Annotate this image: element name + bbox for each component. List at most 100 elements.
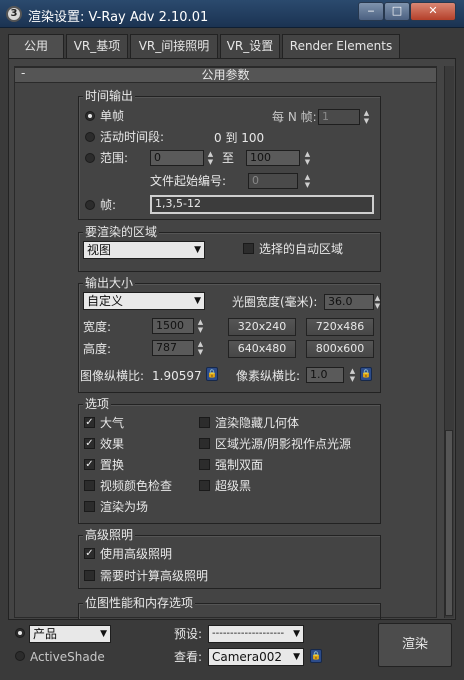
auto-region-label: 选择的自动区域	[259, 242, 344, 256]
preset-640x480-button[interactable]: 640x480	[228, 340, 296, 358]
preset-value: --------------------	[212, 628, 285, 639]
height-spinner[interactable]: ▲ ▼	[196, 340, 205, 356]
single-frame-label: 单帧	[100, 109, 125, 123]
file-start-label: 文件起始编号:	[150, 174, 227, 188]
preset-720x486-button[interactable]: 720x486	[306, 318, 374, 336]
tab-vr-base[interactable]: VR_基项	[66, 34, 128, 58]
tab-vr-settings[interactable]: VR_设置	[220, 34, 280, 58]
range-start-spinner[interactable]: ▲ ▼	[206, 150, 215, 166]
pixel-aspect-field[interactable]: 1.0	[306, 367, 344, 383]
close-button[interactable]: ✕	[410, 2, 456, 21]
lock-icon[interactable]: 🔒	[206, 367, 218, 381]
pixel-aspect-spinner[interactable]: ▲ ▼	[348, 367, 357, 383]
frames-radio[interactable]	[85, 200, 95, 210]
scrollbar-thumb[interactable]	[445, 430, 453, 616]
lock-icon[interactable]: 🔒	[360, 367, 372, 381]
video-color-check-label: 视频颜色检查	[100, 479, 173, 493]
chevron-down-icon: ▼	[100, 629, 107, 639]
aperture-field[interactable]: 36.0	[324, 294, 374, 310]
every-n-spinner[interactable]: ▲ ▼	[362, 109, 371, 125]
bitmap-group: 位图性能和内存选项	[78, 596, 381, 619]
force-2sided-label: 强制双面	[215, 458, 264, 472]
tab-vr-gi[interactable]: VR_间接照明	[130, 34, 218, 58]
preset-320x240-button[interactable]: 320x240	[228, 318, 296, 336]
chevron-down-icon: ▼	[194, 296, 201, 306]
range-radio[interactable]	[85, 153, 95, 163]
height-label: 高度:	[83, 342, 112, 356]
render-area-dropdown[interactable]: 视图 ▼	[83, 241, 205, 259]
file-start-field[interactable]: 0	[248, 173, 298, 189]
product-radio[interactable]	[15, 628, 25, 638]
every-n-field[interactable]: 1	[318, 109, 360, 125]
active-segment-radio[interactable]	[85, 132, 95, 142]
render-button[interactable]: 渲染	[378, 623, 452, 667]
aperture-label: 光圈宽度(毫米):	[232, 295, 318, 309]
width-field[interactable]: 1500	[152, 318, 194, 334]
image-aspect-value: 1.90597	[152, 369, 202, 383]
tab-common[interactable]: 公用	[8, 34, 64, 59]
effects-label: 效果	[100, 437, 125, 451]
auto-region-checkbox[interactable]	[243, 243, 254, 254]
range-end-field[interactable]: 100	[246, 150, 300, 166]
displacement-label: 置换	[100, 458, 125, 472]
file-start-spinner[interactable]: ▲ ▼	[303, 173, 312, 189]
height-field[interactable]: 787	[152, 340, 194, 356]
range-to-label: 至	[222, 151, 235, 165]
view-label: 查看:	[174, 650, 203, 664]
minimize-button[interactable]: ‒	[358, 2, 384, 21]
output-preset-dropdown[interactable]: 自定义 ▼	[83, 292, 205, 310]
render-area-title: 要渲染的区域	[83, 225, 160, 239]
render-hidden-label: 渲染隐藏几何体	[215, 416, 300, 430]
compute-advanced-lighting-checkbox[interactable]	[84, 570, 95, 581]
effects-checkbox[interactable]: ✓	[84, 438, 95, 449]
view-dropdown[interactable]: Camera002 ▼	[208, 648, 304, 666]
frames-field[interactable]: 1,3,5-12	[150, 195, 374, 214]
force-2sided-checkbox[interactable]	[199, 459, 210, 470]
app-icon[interactable]: 3	[6, 6, 22, 22]
area-lights-checkbox[interactable]	[199, 438, 210, 449]
lock-icon[interactable]: 🔒	[310, 649, 322, 663]
product-value: 产品	[33, 627, 58, 641]
preset-800x600-button[interactable]: 800x600	[306, 340, 374, 358]
width-label: 宽度:	[83, 320, 112, 334]
active-range-text: 0 到 100	[214, 131, 265, 145]
rollout-header[interactable]: - 公用参数	[14, 66, 437, 83]
area-lights-label: 区域光源/阴影视作点光源	[215, 437, 352, 451]
chevron-down-icon: ▼	[293, 652, 300, 662]
activeshade-radio[interactable]	[15, 651, 25, 661]
advanced-lighting-title: 高级照明	[83, 528, 136, 542]
super-black-checkbox[interactable]	[199, 480, 210, 491]
displacement-checkbox[interactable]: ✓	[84, 459, 95, 470]
preset-label: 预设:	[174, 627, 203, 641]
render-fields-label: 渲染为场	[100, 500, 149, 514]
atmosphere-label: 大气	[100, 416, 125, 430]
render-area-value: 视图	[87, 243, 112, 257]
chevron-down-icon: ▼	[293, 629, 300, 639]
chevron-down-icon: ▼	[194, 245, 201, 255]
use-advanced-lighting-checkbox[interactable]: ✓	[84, 548, 95, 559]
maximize-button[interactable]: □	[384, 2, 410, 21]
tab-render-elements[interactable]: Render Elements	[282, 34, 400, 58]
range-end-spinner[interactable]: ▲ ▼	[303, 150, 312, 166]
render-hidden-checkbox[interactable]	[199, 417, 210, 428]
output-preset-value: 自定义	[87, 294, 124, 308]
single-frame-radio[interactable]	[85, 111, 95, 121]
video-color-check-checkbox[interactable]	[84, 480, 95, 491]
range-start-field[interactable]: 0	[150, 150, 204, 166]
active-segment-label: 活动时间段:	[100, 130, 165, 144]
product-dropdown[interactable]: 产品 ▼	[29, 625, 111, 643]
pixel-aspect-label: 像素纵横比:	[236, 369, 301, 383]
output-size-title: 输出大小	[83, 276, 136, 290]
width-spinner[interactable]: ▲ ▼	[196, 318, 205, 334]
render-fields-checkbox[interactable]	[84, 501, 95, 512]
options-title: 选项	[83, 397, 112, 411]
preset-dropdown[interactable]: -------------------- ▼	[208, 625, 304, 643]
every-n-label: 每 N 帧:	[272, 110, 317, 124]
rollout-title: 公用参数	[201, 68, 250, 82]
frames-label: 帧:	[100, 198, 117, 212]
aperture-spinner[interactable]: ▲ ▼	[373, 294, 382, 310]
atmosphere-checkbox[interactable]: ✓	[84, 417, 95, 428]
tab-bar: 公用 VR_基项 VR_间接照明 VR_设置 Render Elements	[8, 34, 456, 59]
view-value: Camera002	[212, 650, 282, 664]
time-output-title: 时间输出	[83, 89, 136, 103]
